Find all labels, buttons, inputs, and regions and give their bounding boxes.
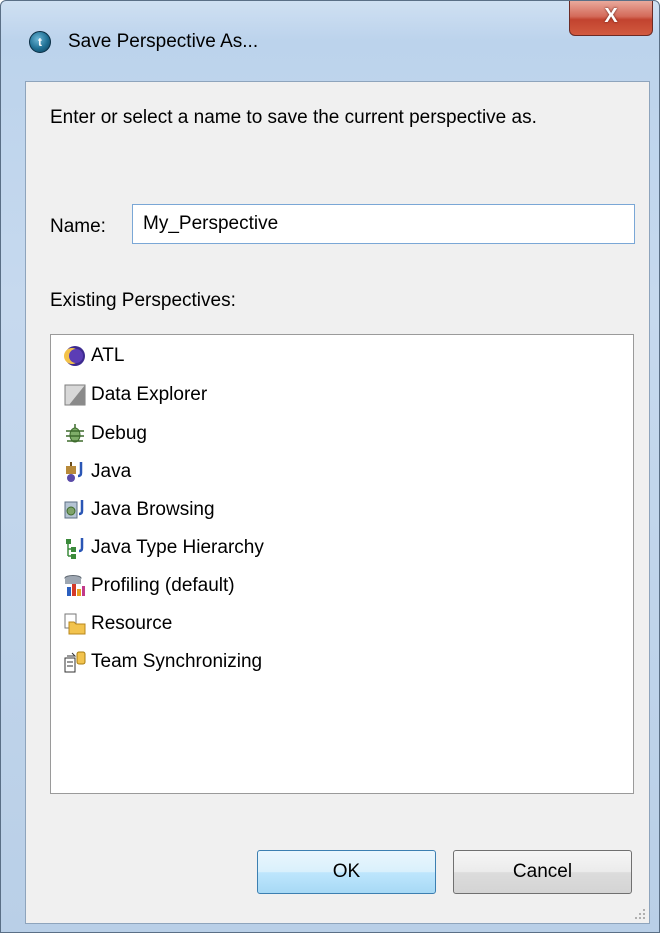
window-title: Save Perspective As... [68, 31, 259, 52]
name-label: Name: [50, 216, 106, 237]
list-item-java-browsing[interactable]: Java Browsing [63, 495, 215, 525]
list-item-label: Resource [91, 613, 173, 634]
list-item-data-explorer[interactable]: Data Explorer [63, 380, 207, 410]
perspectives-list[interactable]: ATL Data Explorer Debug Java Java Browsi… [50, 334, 634, 794]
list-item-label: Java [91, 461, 132, 482]
list-item-java[interactable]: Java [63, 457, 131, 487]
app-logo-icon: t [29, 31, 51, 53]
list-item-resource[interactable]: Resource [63, 609, 172, 639]
debug-icon [63, 422, 87, 446]
dialog-description: Enter or select a name to save the curre… [50, 107, 537, 128]
list-item-team-synchronizing[interactable]: Team Synchronizing [63, 647, 262, 677]
list-item-profiling[interactable]: Profiling (default) [63, 571, 235, 601]
list-item-java-type-hierarchy[interactable]: Java Type Hierarchy [63, 533, 264, 563]
list-item-debug[interactable]: Debug [63, 419, 147, 449]
list-item-label: Team Synchronizing [91, 651, 263, 672]
resize-grip-icon[interactable] [633, 907, 647, 921]
cancel-button[interactable]: Cancel [453, 850, 632, 894]
data-explorer-icon [63, 383, 87, 407]
list-item-label: Profiling (default) [91, 575, 235, 596]
existing-perspectives-label: Existing Perspectives: [50, 290, 236, 311]
name-input[interactable] [132, 204, 635, 244]
dialog-window: t Save Perspective As... X Enter or sele… [0, 0, 660, 933]
close-button[interactable]: X [569, 1, 653, 36]
java-type-hierarchy-icon [63, 536, 87, 560]
list-item-label: Java Browsing [91, 499, 215, 520]
resource-icon [63, 612, 87, 636]
profiling-icon [63, 574, 87, 598]
list-item-label: Debug [91, 423, 147, 444]
java-browsing-icon [63, 498, 87, 522]
title-bar[interactable]: t Save Perspective As... X [1, 1, 659, 53]
team-synchronizing-icon [63, 650, 87, 674]
list-item-atl[interactable]: ATL [63, 341, 124, 371]
list-item-label: ATL [91, 345, 125, 366]
list-item-label: Data Explorer [91, 384, 208, 405]
atl-icon [63, 344, 87, 368]
java-icon [63, 460, 87, 484]
dialog-body: Enter or select a name to save the curre… [25, 81, 650, 924]
ok-button[interactable]: OK [257, 850, 436, 894]
list-item-label: Java Type Hierarchy [91, 537, 264, 558]
